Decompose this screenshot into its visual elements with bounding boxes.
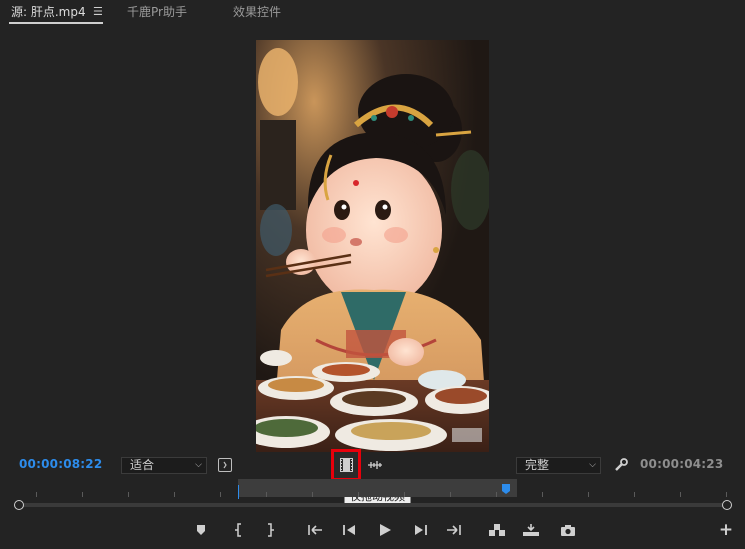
ruler-tick (726, 492, 727, 497)
add-button[interactable]: + (716, 520, 736, 540)
go-to-in-icon (308, 525, 322, 535)
film-strip-glyph (339, 458, 353, 472)
ruler-tick (36, 492, 37, 497)
ruler-tick (266, 492, 267, 497)
add-marker-button[interactable] (191, 520, 211, 540)
current-timecode[interactable]: 00:00:08:22 (19, 457, 102, 471)
mark-in-button[interactable] (229, 520, 249, 540)
video-frame-illustration (256, 40, 489, 452)
bracket-icon-glyph (223, 461, 227, 469)
ruler-tick (496, 492, 497, 497)
film-strip-icon[interactable] (339, 457, 353, 473)
tab-source[interactable]: 源: 肝点.mp4 (11, 4, 86, 22)
ruler-tick (680, 492, 681, 497)
ruler-tick (312, 492, 313, 497)
playhead[interactable] (238, 485, 239, 499)
quality-dropdown-value: 完整 (525, 458, 550, 472)
tab-effect-controls[interactable]: 效果控件 (233, 4, 281, 22)
audio-waveform-icon[interactable] (367, 459, 383, 471)
duration-timecode: 00:00:04:23 (640, 457, 724, 471)
insert-icon (489, 524, 505, 536)
play-button[interactable] (375, 520, 395, 540)
ruler-tick (450, 492, 451, 497)
hamburger-menu-icon[interactable]: ☰ (93, 5, 103, 18)
step-back-icon (343, 525, 355, 535)
go-to-out-icon (447, 525, 461, 535)
export-settings-icon[interactable] (218, 458, 232, 472)
export-frame-icon (561, 524, 575, 536)
mark-in-icon (235, 523, 241, 537)
ruler-tick (588, 492, 589, 497)
zoom-scrollbar[interactable] (14, 503, 728, 507)
mark-out-icon (268, 523, 274, 537)
ruler-tick (220, 492, 221, 497)
ruler-tick (82, 492, 83, 497)
step-forward-icon (415, 525, 427, 535)
fit-dropdown-value: 适合 (130, 458, 155, 472)
zoom-scrollbar-left-handle[interactable] (14, 500, 24, 510)
active-tab-underline (9, 22, 103, 24)
go-to-in-button[interactable] (305, 520, 325, 540)
waveform-glyph (368, 461, 382, 469)
time-ruler[interactable] (12, 479, 733, 499)
wrench-icon[interactable] (614, 458, 628, 472)
export-frame-button[interactable] (558, 520, 578, 540)
step-back-button[interactable] (340, 520, 360, 540)
add-marker-icon (197, 525, 205, 535)
ruler-tick (358, 492, 359, 497)
ruler-tick (634, 492, 635, 497)
chevron-down-icon: ⌵ (589, 460, 596, 470)
wrench-glyph (615, 458, 628, 471)
video-preview (256, 40, 489, 452)
ruler-tick (174, 492, 175, 497)
quality-dropdown[interactable]: 完整 ⌵ (516, 457, 601, 474)
ruler-tick (404, 492, 405, 497)
chevron-down-icon: ⌵ (195, 460, 202, 470)
play-icon (380, 524, 391, 536)
overwrite-button[interactable] (521, 520, 541, 540)
step-forward-button[interactable] (410, 520, 430, 540)
in-out-range (238, 479, 517, 497)
go-to-out-button[interactable] (444, 520, 464, 540)
zoom-scrollbar-right-handle[interactable] (722, 500, 732, 510)
insert-button[interactable] (487, 520, 507, 540)
ruler-tick (542, 492, 543, 497)
overwrite-icon (523, 524, 539, 536)
ruler-tick (128, 492, 129, 497)
tab-qianlu-helper[interactable]: 千鹿Pr助手 (127, 4, 187, 22)
mark-out-button[interactable] (260, 520, 280, 540)
panel-tab-bar: 源: 肝点.mp4 ☰ 千鹿Pr助手 效果控件 (0, 0, 745, 26)
fit-dropdown[interactable]: 适合 ⌵ (121, 457, 207, 474)
